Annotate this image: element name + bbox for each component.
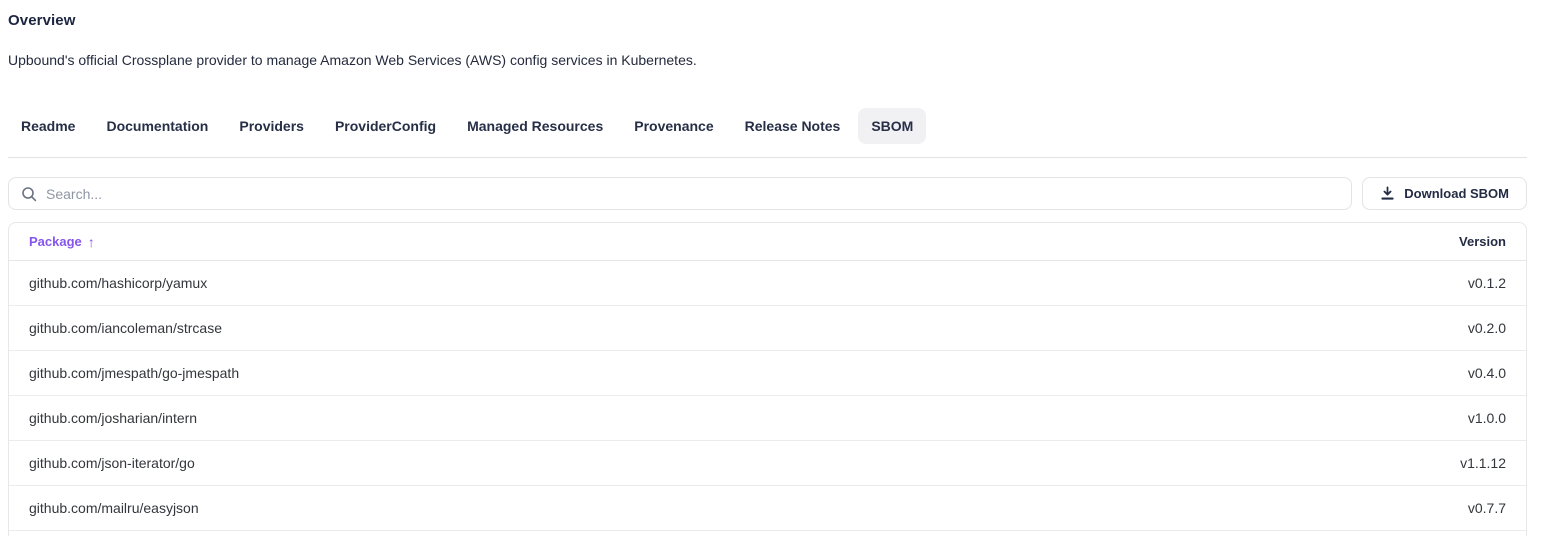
package-cell: github.com/jmespath/go-jmespath [29, 365, 1468, 381]
version-cell: v0.4.0 [1468, 365, 1506, 381]
package-cell: github.com/josharian/intern [29, 410, 1468, 426]
package-cell: github.com/json-iterator/go [29, 455, 1460, 471]
provider-overview-page: Overview Upbound's official Crossplane p… [8, 12, 1527, 536]
tab-documentation[interactable]: Documentation [93, 108, 221, 144]
tab-managed-resources[interactable]: Managed Resources [454, 108, 616, 144]
tab-providerconfig[interactable]: ProviderConfig [322, 108, 449, 144]
version-cell: v0.7.7 [1468, 500, 1506, 516]
table-row[interactable]: github.com/mailru/easyjson v0.7.7 [9, 486, 1526, 531]
table-row[interactable]: github.com/iancoleman/strcase v0.2.0 [9, 306, 1526, 351]
table-header-row: Package ↑ Version [9, 223, 1526, 261]
version-cell: v0.2.0 [1468, 320, 1506, 336]
sort-ascending-icon: ↑ [88, 234, 95, 250]
package-cell: github.com/hashicorp/yamux [29, 275, 1468, 291]
package-cell: github.com/iancoleman/strcase [29, 320, 1468, 336]
search-box[interactable] [8, 177, 1352, 210]
version-cell: v1.0.0 [1468, 410, 1506, 426]
tab-sbom[interactable]: SBOM [858, 108, 926, 144]
download-sbom-label: Download SBOM [1404, 186, 1509, 201]
column-header-version[interactable]: Version [1459, 234, 1506, 249]
search-icon [21, 186, 37, 202]
version-cell: v1.1.12 [1460, 455, 1506, 471]
table-row[interactable]: github.com/hashicorp/yamux v0.1.2 [9, 261, 1526, 306]
tab-provenance[interactable]: Provenance [621, 108, 726, 144]
download-icon [1380, 186, 1395, 201]
search-input[interactable] [46, 186, 1339, 202]
table-row[interactable]: github.com/json-iterator/go v1.1.12 [9, 441, 1526, 486]
package-header-label: Package [29, 234, 82, 249]
tab-bar: Readme Documentation Providers ProviderC… [8, 108, 1527, 144]
table-row[interactable]: github.com/jmespath/go-jmespath v0.4.0 [9, 351, 1526, 396]
version-cell: v0.1.2 [1468, 275, 1506, 291]
tab-readme[interactable]: Readme [8, 108, 88, 144]
table-row[interactable]: github.com/josharian/intern v1.0.0 [9, 396, 1526, 441]
download-sbom-button[interactable]: Download SBOM [1362, 177, 1527, 210]
sbom-toolbar: Download SBOM [8, 177, 1527, 210]
table-row[interactable] [9, 531, 1526, 536]
sbom-table: Package ↑ Version github.com/hashicorp/y… [8, 222, 1527, 536]
page-title: Overview [8, 12, 1527, 29]
page-description: Upbound's official Crossplane provider t… [8, 52, 1527, 68]
package-cell: github.com/mailru/easyjson [29, 500, 1468, 516]
tabs-divider [8, 157, 1527, 158]
column-header-package[interactable]: Package ↑ [29, 234, 1459, 250]
tab-providers[interactable]: Providers [226, 108, 317, 144]
tab-release-notes[interactable]: Release Notes [732, 108, 854, 144]
